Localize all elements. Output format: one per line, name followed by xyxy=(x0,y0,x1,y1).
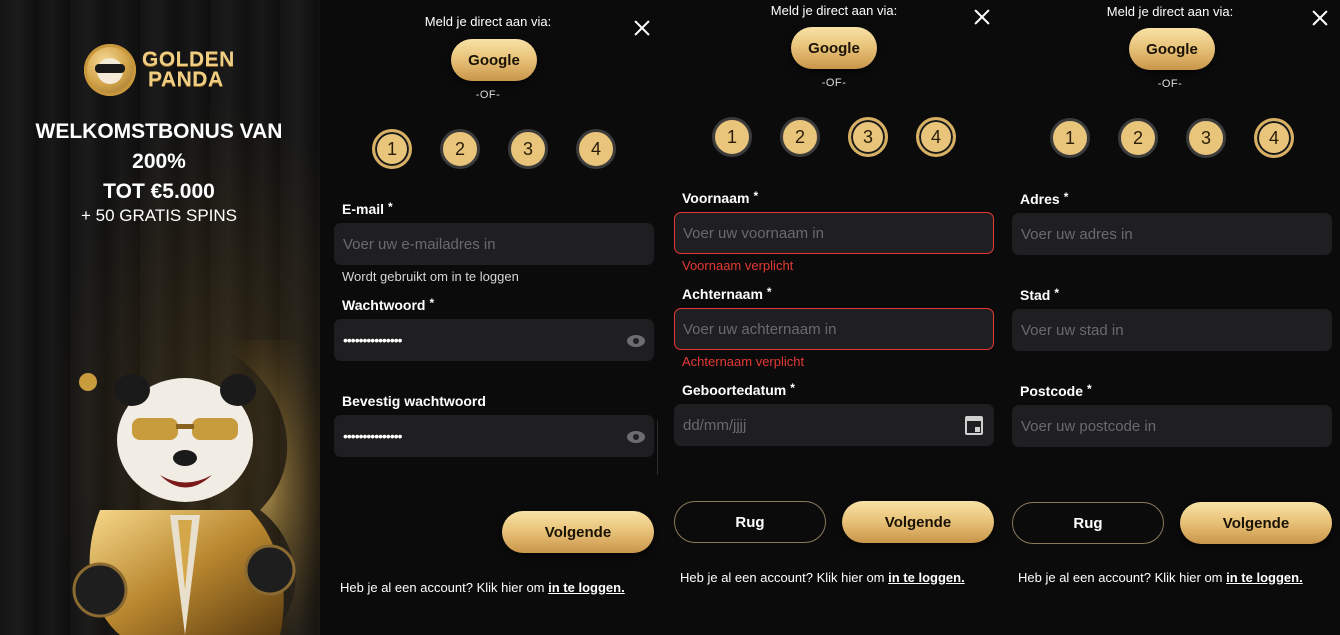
panel-divider xyxy=(657,420,658,475)
headline-line-3: TOT €5.000 xyxy=(103,180,215,203)
panda-badge-icon xyxy=(84,44,136,96)
email-label-text: E-mail xyxy=(342,201,385,217)
next-button[interactable]: Volgende xyxy=(1180,502,1332,544)
step-indicator-4[interactable]: 4 xyxy=(576,129,616,169)
login-prompt: Heb je al een account? Klik hier om in t… xyxy=(340,580,625,595)
city-input[interactable] xyxy=(1012,309,1332,351)
firstname-input[interactable] xyxy=(674,212,994,254)
firstname-error: Voornaam verplicht xyxy=(682,258,794,273)
required-mark: * xyxy=(1063,190,1069,204)
step-indicator-1[interactable]: 1 xyxy=(372,129,412,169)
login-link[interactable]: in te loggen. xyxy=(888,570,965,585)
required-mark: * xyxy=(388,200,393,214)
login-prompt-text: Heb je al een account? Klik hier om xyxy=(340,580,545,595)
lastname-label: Achternaam * xyxy=(682,285,772,302)
postcode-label-text: Postcode xyxy=(1020,383,1084,399)
step-indicator-2[interactable]: 2 xyxy=(440,129,480,169)
password-field[interactable]: ••••••••••••••• xyxy=(334,319,654,361)
login-prompt-text: Heb je al een account? Klik hier om xyxy=(1018,570,1223,585)
firstname-label: Voornaam * xyxy=(682,189,759,206)
city-label-text: Stad xyxy=(1020,287,1051,303)
password-value: ••••••••••••••• xyxy=(343,332,403,348)
lastname-input[interactable] xyxy=(674,308,994,350)
step-indicator-3[interactable]: 3 xyxy=(508,129,548,169)
free-spins-subline: + 50 GRATIS SPINS xyxy=(80,206,238,225)
login-prompt: Heb je al een account? Klik hier om in t… xyxy=(1018,570,1303,585)
dob-label-text: Geboortedatum xyxy=(682,382,787,398)
confirm-password-label: Bevestig wachtwoord xyxy=(342,393,486,409)
password-label-text: Wachtwoord xyxy=(342,297,426,313)
email-input[interactable] xyxy=(334,223,654,265)
calendar-icon[interactable] xyxy=(965,416,983,435)
close-icon[interactable] xyxy=(972,7,992,27)
close-icon[interactable] xyxy=(632,18,652,38)
address-input[interactable] xyxy=(1012,213,1332,255)
city-label: Stad * xyxy=(1020,286,1060,303)
panda-mascot-illustration xyxy=(72,340,320,635)
headline-line-1: WELKOMSTBONUS VAN xyxy=(35,120,283,143)
dob-field[interactable]: dd/mm/jjjj xyxy=(674,404,994,446)
promo-panel: GOLDEN PANDA WELKOMSTBONUS VAN 200% TOT … xyxy=(0,0,320,635)
step-indicator-2[interactable]: 2 xyxy=(1118,118,1158,158)
step-indicator-1[interactable]: 1 xyxy=(1050,118,1090,158)
google-signup-button[interactable]: Google xyxy=(1129,28,1215,70)
required-mark: * xyxy=(1087,382,1092,396)
dob-label: Geboortedatum * xyxy=(682,381,795,398)
headline-line-2: 200% xyxy=(132,150,186,173)
required-mark: * xyxy=(1054,286,1060,300)
social-signup-text: Meld je direct aan via: xyxy=(1106,4,1234,19)
confirm-password-field[interactable]: ••••••••••••••• xyxy=(334,415,654,457)
social-signup-text: Meld je direct aan via: xyxy=(770,3,898,18)
dob-placeholder: dd/mm/jjjj xyxy=(683,417,747,434)
or-divider: -OF- xyxy=(821,77,847,89)
social-signup-text: Meld je direct aan via: xyxy=(424,14,552,29)
step-indicator-4[interactable]: 4 xyxy=(1254,118,1294,158)
google-signup-button[interactable]: Google xyxy=(791,27,877,69)
email-label: E-mail * xyxy=(342,200,393,217)
required-mark: * xyxy=(766,285,772,299)
step-indicator-3[interactable]: 3 xyxy=(1186,118,1226,158)
login-link[interactable]: in te loggen. xyxy=(1226,570,1303,585)
step-indicator-3[interactable]: 3 xyxy=(848,117,888,157)
eye-icon[interactable] xyxy=(627,431,645,443)
required-mark: * xyxy=(753,189,759,203)
registration-step-3-panel: Meld je direct aan via: Google -OF- 1 2 … xyxy=(1000,0,1340,635)
next-button[interactable]: Volgende xyxy=(502,511,654,553)
postcode-label: Postcode * xyxy=(1020,382,1092,399)
address-label: Adres * xyxy=(1020,190,1069,207)
next-button[interactable]: Volgende xyxy=(842,501,994,543)
postcode-input[interactable] xyxy=(1012,405,1332,447)
login-prompt: Heb je al een account? Klik hier om in t… xyxy=(680,570,965,585)
address-label-text: Adres xyxy=(1020,191,1060,207)
email-hint: Wordt gebruikt om in te loggen xyxy=(342,269,519,284)
google-signup-button[interactable]: Google xyxy=(451,39,537,81)
step-indicator-4[interactable]: 4 xyxy=(916,117,956,157)
logo-line-2: PANDA xyxy=(148,68,224,91)
registration-step-2-panel: Meld je direct aan via: Google -OF- 1 2 … xyxy=(660,0,1000,635)
firstname-label-text: Voornaam xyxy=(682,190,750,206)
or-divider: -OF- xyxy=(475,89,501,101)
required-mark: * xyxy=(790,381,795,395)
welcome-bonus-headline: WELKOMSTBONUS VAN 200% TOT €5.000 xyxy=(0,117,318,207)
login-prompt-text: Heb je al een account? Klik hier om xyxy=(680,570,885,585)
logo-line-1: GOLDEN xyxy=(142,48,235,71)
or-divider: -OF- xyxy=(1157,78,1183,90)
golden-panda-logo: GOLDEN PANDA xyxy=(84,44,235,96)
step-indicator-1[interactable]: 1 xyxy=(712,117,752,157)
registration-step-1-panel: Meld je direct aan via: Google -OF- 1 2 … xyxy=(320,0,660,635)
eye-icon[interactable] xyxy=(627,335,645,347)
back-button[interactable]: Rug xyxy=(1012,502,1164,544)
confirm-password-value: ••••••••••••••• xyxy=(343,428,403,444)
lastname-error: Achternaam verplicht xyxy=(682,354,805,369)
logo-text: GOLDEN PANDA xyxy=(142,48,235,91)
step-indicator-2[interactable]: 2 xyxy=(780,117,820,157)
lastname-label-text: Achternaam xyxy=(682,286,763,302)
login-link[interactable]: in te loggen. xyxy=(548,580,625,595)
password-label: Wachtwoord * xyxy=(342,296,435,313)
required-mark: * xyxy=(429,296,435,310)
close-icon[interactable] xyxy=(1310,8,1330,28)
back-button[interactable]: Rug xyxy=(674,501,826,543)
